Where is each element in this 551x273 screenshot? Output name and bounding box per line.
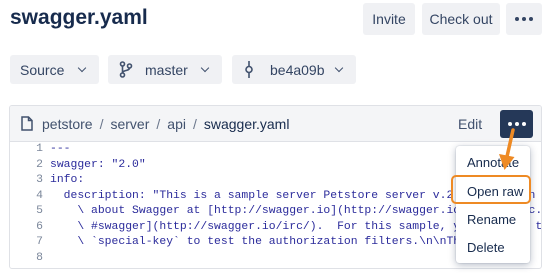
source-selector[interactable]: Source [10,55,99,84]
line-number: 5 [36,205,43,217]
more-icon [507,122,526,126]
page-title: swagger.yaml [10,6,148,29]
commit-icon [245,61,253,78]
commit-selector[interactable]: be4a09b [232,55,356,84]
more-actions-button[interactable] [506,3,542,35]
line-text: \ `special-key` to test the authorizatio… [50,236,474,248]
line-number: 6 [36,220,43,233]
breadcrumb-item[interactable]: petstore [42,116,93,132]
breadcrumb-current-file: swagger.yaml [203,116,290,132]
line-number: 7 [36,236,43,248]
breadcrumb-separator: / [99,116,104,132]
line-number: 2 [36,158,43,171]
invite-button[interactable]: Invite [363,3,415,35]
breadcrumb-item[interactable]: server [110,116,149,132]
breadcrumb: petstore / server / api / swagger.yaml [42,116,289,132]
file-icon [21,116,33,131]
breadcrumb-item[interactable]: api [167,116,186,132]
chevron-down-icon [200,63,210,73]
line-number: 4 [36,189,43,202]
line-text: --- [50,143,71,155]
branch-selector-label: master [145,61,188,78]
checkout-button[interactable]: Check out [422,3,500,35]
annotation-arrow-icon [499,128,515,170]
branch-selector[interactable]: master [108,55,222,84]
highlight-box [451,175,531,204]
commit-selector-label: be4a09b [270,61,325,78]
breadcrumb-separator: / [192,116,197,132]
line-number: 3 [36,174,43,186]
line-text: info: [50,174,85,186]
source-selector-label: Source [20,61,65,78]
breadcrumb-separator: / [156,116,161,132]
menu-item-delete[interactable]: Delete [467,240,505,255]
line-number: 1 [36,143,43,155]
file-header: petstore / server / api / swagger.yaml Edit [10,106,541,142]
chevron-down-icon [334,63,344,73]
branch-icon [119,61,133,78]
line-number: 8 [36,251,43,264]
chevron-down-icon [77,63,87,73]
line-text: swagger: "2.0" [50,158,146,171]
edit-button[interactable]: Edit [458,116,482,132]
more-icon [515,17,533,21]
menu-item-rename[interactable]: Rename [467,212,516,227]
